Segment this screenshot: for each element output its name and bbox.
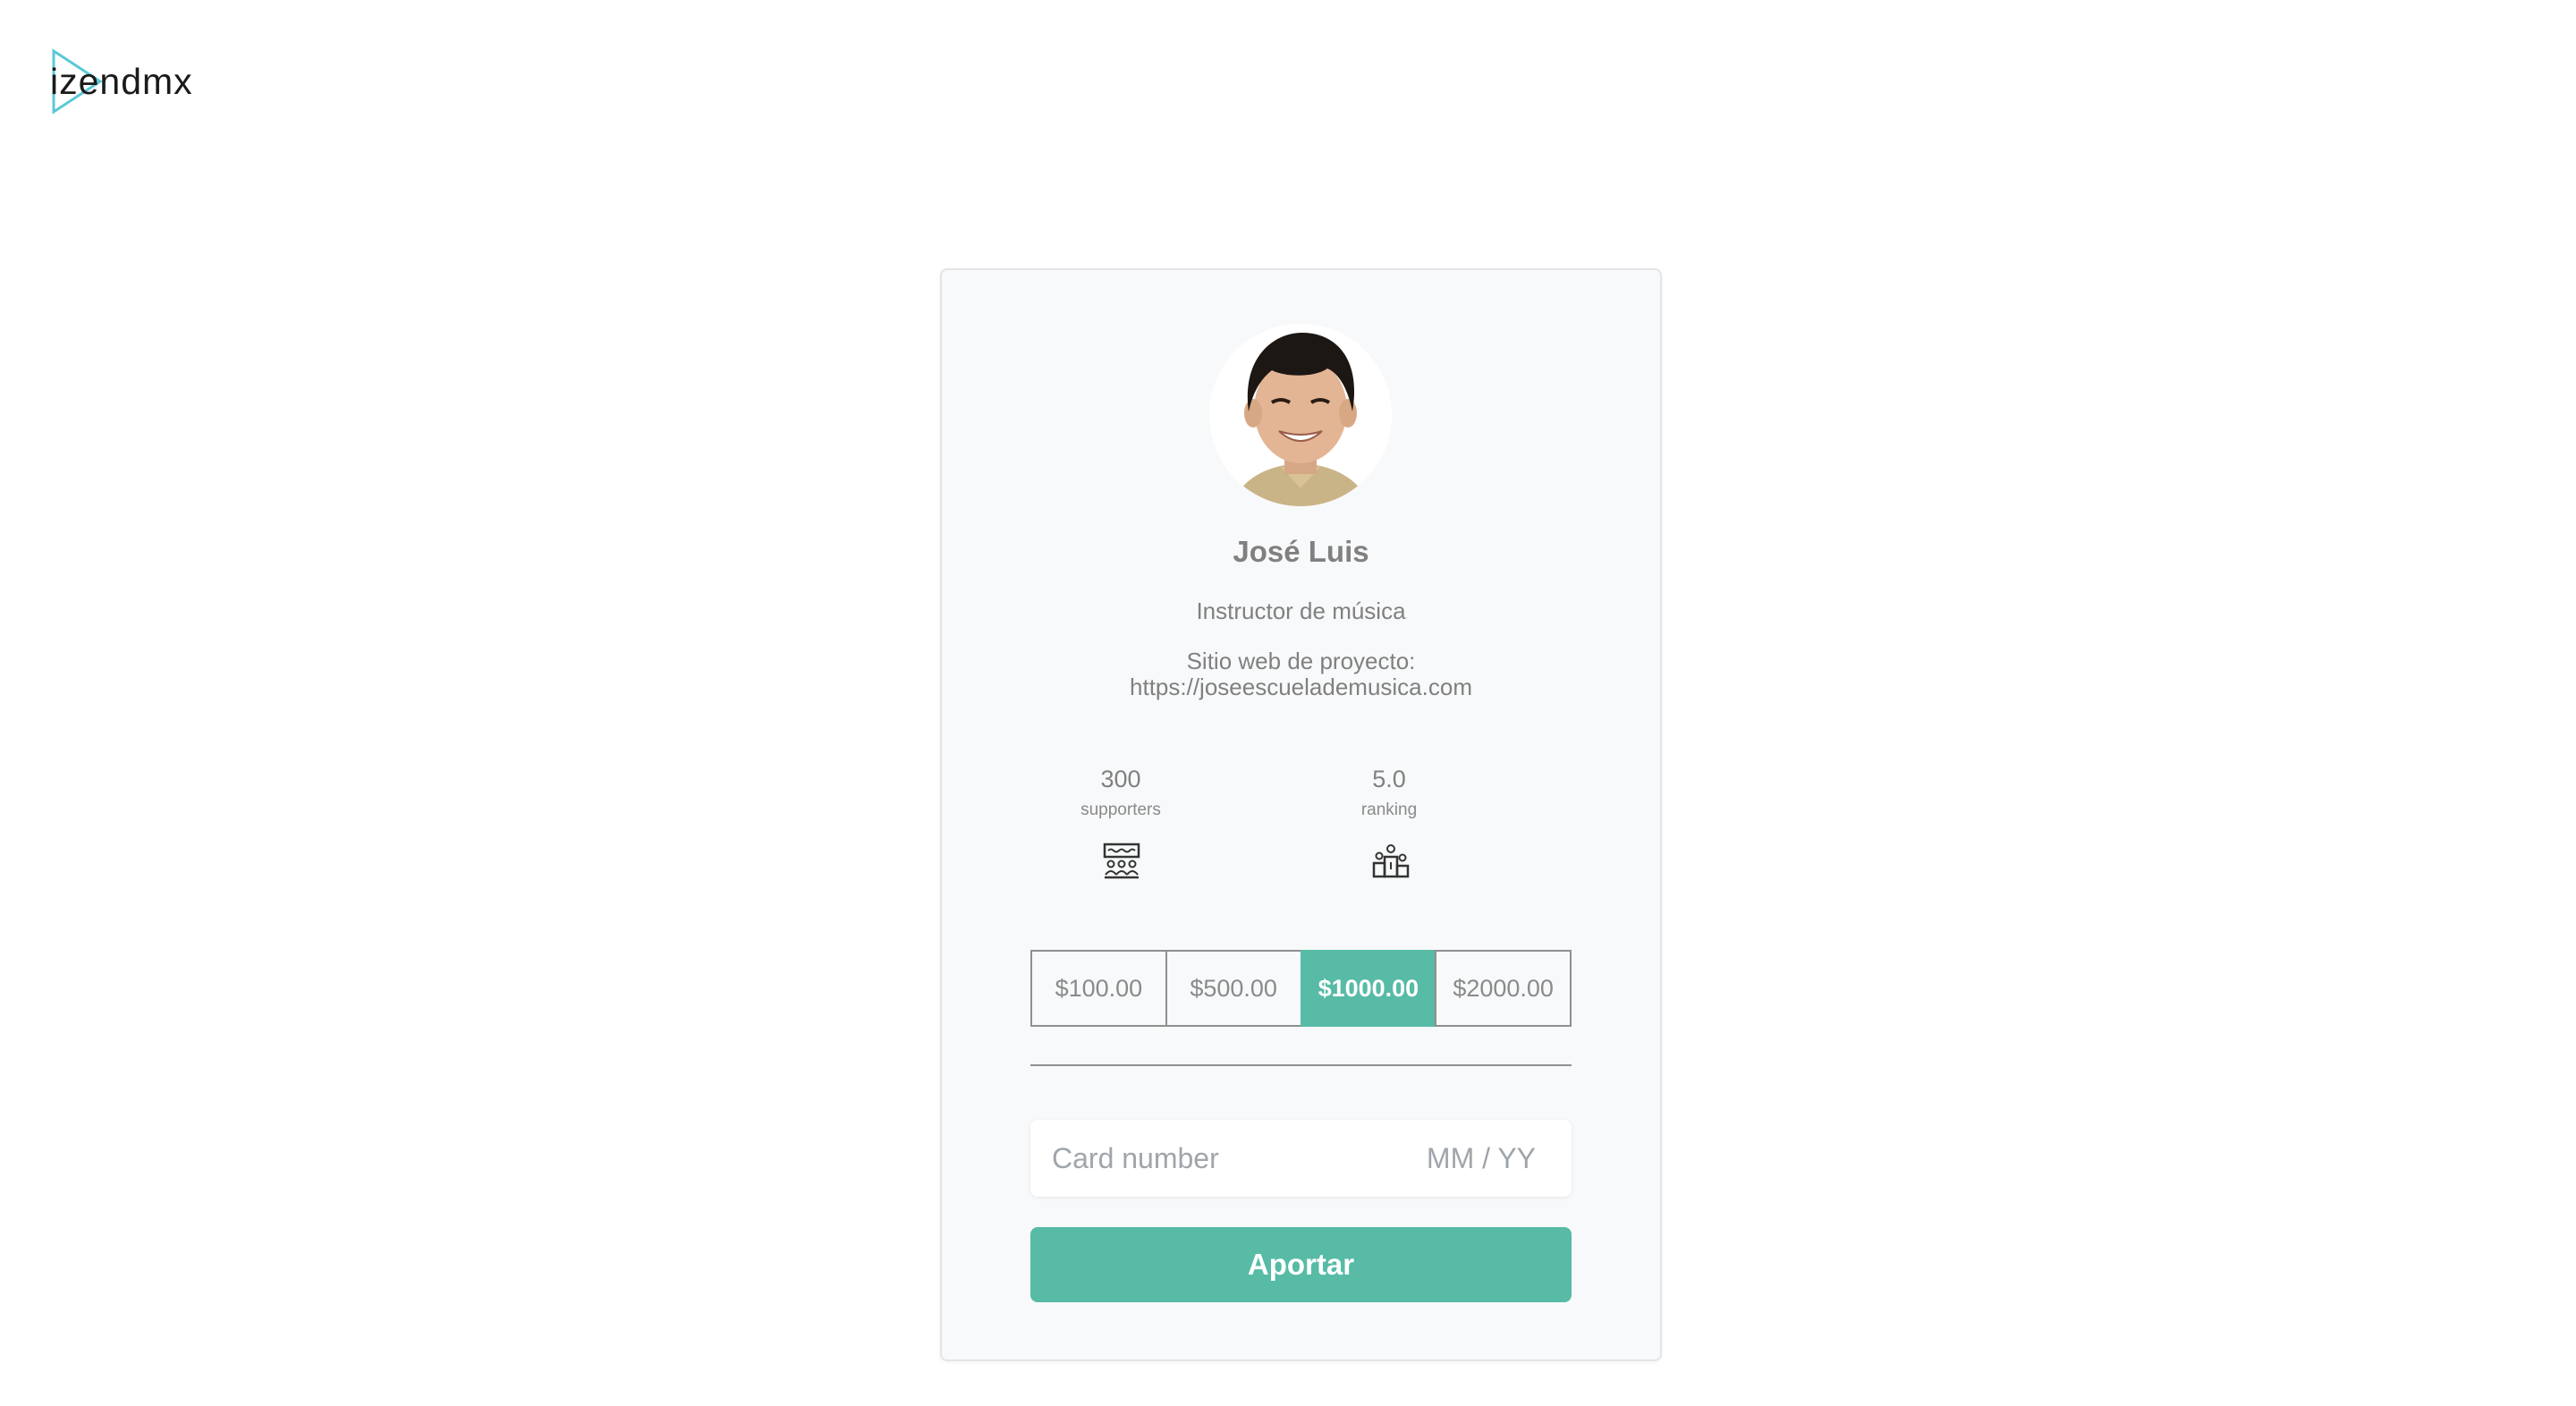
site-url[interactable]: https://joseescuelademusica.com (942, 673, 1660, 701)
profile-name: José Luis (1233, 535, 1369, 568)
ranking-value: 5.0 (1372, 766, 1406, 792)
avatar-photo (1209, 324, 1392, 506)
card-number-input[interactable]: Card number (1052, 1120, 1219, 1197)
submit-button[interactable]: Aportar (1030, 1227, 1572, 1302)
supporters-count: 300 (1100, 766, 1141, 792)
profile-role: Instructor de música (1196, 597, 1406, 624)
divider (1030, 1064, 1572, 1066)
card-expiry-input[interactable]: MM / YY (1427, 1120, 1536, 1197)
amount-option-100[interactable]: $100.00 (1030, 950, 1167, 1027)
support-card: José Luis Instructor de música Sitio web… (940, 268, 1662, 1361)
amount-option-2000[interactable]: $2000.00 (1435, 950, 1572, 1027)
podium-icon (1372, 843, 1410, 885)
card-payment-field[interactable]: Card number MM / YY (1030, 1120, 1572, 1197)
supporters-label: supporters (1080, 800, 1161, 819)
ranking-label: ranking (1360, 800, 1418, 819)
stat-ranking: 5.0 ranking (1300, 766, 1479, 820)
logo[interactable]: izendmx (50, 48, 193, 114)
amount-options: $100.00 $500.00 $1000.00 $2000.00 (1030, 950, 1572, 1027)
amount-option-500[interactable]: $500.00 (1165, 950, 1302, 1027)
avatar (1209, 324, 1392, 506)
site-label: Sitio web de proyecto: (1186, 648, 1416, 674)
amount-option-1000[interactable]: $1000.00 (1300, 950, 1437, 1027)
logo-text: izendmx (50, 61, 193, 102)
supporters-icon (1103, 843, 1140, 885)
stat-supporters: 300 supporters (1031, 766, 1210, 820)
